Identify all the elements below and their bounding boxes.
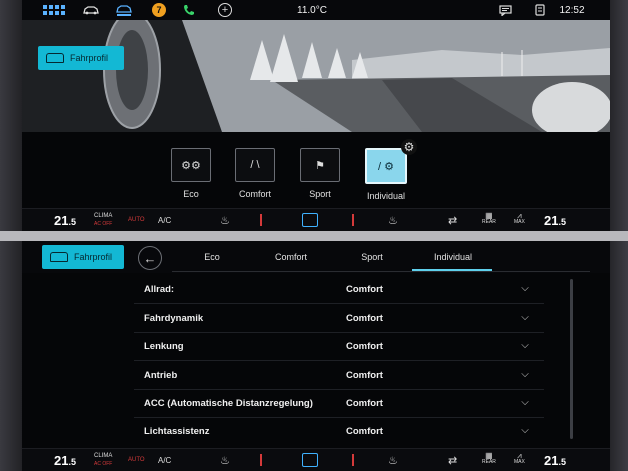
setting-label: Lenkung	[144, 341, 184, 352]
max-defrost-button[interactable]: ⩘ MAX	[514, 452, 525, 468]
home-button[interactable]	[302, 452, 318, 468]
mode-sport-button[interactable]: ⚑ Sport	[293, 148, 347, 199]
climate-bar: 21.5 CLIMA AC OFF AUTO A/C ♨ ♨ ⇄ ▦ REAR ⩘…	[22, 208, 610, 231]
tab-eco[interactable]: Eco	[192, 252, 232, 262]
chevron-down-icon[interactable]: ⌵	[518, 367, 532, 381]
drive-mode-selector: ⚙⚙ Eco / \ Comfort ⚑ Sport / ⚙ Individua…	[22, 140, 610, 210]
air-recirculation-icon[interactable]: ⇄	[448, 452, 457, 468]
add-icon[interactable]: +	[216, 2, 234, 18]
left-heat-indicator	[260, 452, 262, 468]
chevron-down-icon[interactable]: ⌵	[518, 281, 532, 295]
setting-value: Comfort	[346, 426, 383, 437]
mode-individual-button[interactable]: / ⚙ Individual	[359, 148, 413, 201]
message-icon[interactable]	[496, 2, 514, 18]
car-icon	[46, 53, 64, 63]
winter-road-illustration	[22, 20, 610, 132]
setting-value: Comfort	[346, 370, 383, 381]
car-icon[interactable]	[80, 2, 102, 18]
clima-button[interactable]: CLIMA AC OFF	[94, 452, 112, 468]
status-bar: 7 + 11.0°C 12:52	[22, 0, 610, 20]
tab-comfort[interactable]: Comfort	[268, 252, 314, 262]
setting-row-lenkung[interactable]: Lenkung Comfort ⌵	[134, 333, 554, 361]
left-temperature[interactable]: 21.5	[54, 212, 76, 228]
tab-divider	[172, 271, 590, 272]
right-heat-indicator	[352, 452, 354, 468]
chevron-down-icon[interactable]: ⌵	[518, 395, 532, 409]
seat-heating-left-icon[interactable]: ♨	[220, 452, 230, 468]
drive-profile-button[interactable]: Fahrprofil	[42, 245, 124, 269]
car-icon	[50, 252, 68, 262]
display-gap	[0, 231, 628, 241]
home-button[interactable]	[302, 212, 318, 228]
sport-mode-icon: ⚑	[300, 148, 340, 182]
air-recirculation-icon[interactable]: ⇄	[448, 212, 457, 228]
rear-defrost-button[interactable]: ▦ REAR	[482, 212, 496, 228]
quick-settings-icon[interactable]	[532, 2, 548, 18]
apps-grid-icon[interactable]	[42, 2, 66, 18]
active-tab-indicator	[412, 269, 492, 271]
seat-heating-right-icon[interactable]: ♨	[388, 452, 398, 468]
mode-eco-button[interactable]: ⚙⚙ Eco	[164, 148, 218, 199]
setting-value: Comfort	[346, 341, 383, 352]
setting-label: Lichtassistenz	[144, 426, 210, 437]
setting-row-acc[interactable]: ACC (Automatische Distanzregelung) Comfo…	[134, 390, 554, 418]
lower-display: Fahrprofil ← Eco Comfort Sport Individua…	[22, 241, 610, 471]
setting-value: Comfort	[346, 398, 383, 409]
phone-icon[interactable]	[180, 2, 198, 18]
seat-heating-right-icon[interactable]: ♨	[388, 212, 398, 228]
individual-settings-gear-icon[interactable]: ⚙	[401, 139, 417, 155]
mode-sport-label: Sport	[309, 189, 331, 199]
right-temperature[interactable]: 21.5	[544, 212, 566, 228]
climate-bar: 21.5 CLIMA AC OFF AUTO A/C ♨ ♨ ⇄ ▦ REAR ⩘…	[22, 448, 610, 471]
comfort-mode-icon: / \	[235, 148, 275, 182]
individual-mode-icon: / ⚙	[365, 148, 407, 184]
setting-label: Allrad:	[144, 284, 175, 295]
ac-button[interactable]: A/C	[158, 452, 171, 468]
mode-eco-label: Eco	[183, 189, 199, 199]
back-arrow-icon[interactable]: ←	[138, 246, 162, 270]
drive-profile-tabs: Fahrprofil ← Eco Comfort Sport Individua…	[22, 241, 610, 273]
chevron-down-icon[interactable]: ⌵	[518, 338, 532, 352]
eco-mode-icon: ⚙⚙	[171, 148, 211, 182]
max-defrost-button[interactable]: ⩘ MAX	[514, 212, 525, 228]
left-heat-indicator	[260, 212, 262, 228]
upper-display: 7 + 11.0°C 12:52 Fahrprofil ⚙⚙ Eco / \ C…	[22, 0, 610, 231]
mode-individual-label: Individual	[366, 191, 406, 201]
drive-profile-hero-image: Fahrprofil	[22, 20, 610, 132]
setting-row-fahrdynamik[interactable]: Fahrdynamik Comfort ⌵	[134, 305, 554, 333]
row-divider	[134, 360, 544, 361]
settings-scrollbar[interactable]	[570, 279, 573, 439]
drive-profile-label: Fahrprofil	[74, 252, 113, 262]
right-heat-indicator	[352, 212, 354, 228]
clock: 12:52	[559, 4, 585, 16]
row-divider	[134, 303, 544, 304]
setting-value: Comfort	[346, 313, 383, 324]
setting-value: Comfort	[346, 284, 383, 295]
ac-button[interactable]: A/C	[158, 212, 171, 228]
setting-label: ACC (Automatische Distanzregelung)	[144, 398, 313, 409]
clima-button[interactable]: CLIMA AC OFF	[94, 212, 112, 228]
mode-comfort-label: Comfort	[238, 189, 271, 199]
drive-profile-button[interactable]: Fahrprofil	[38, 46, 124, 70]
notification-badge[interactable]: 7	[150, 2, 168, 18]
outside-temperature: 11.0°C	[297, 4, 327, 16]
chevron-down-icon[interactable]: ⌵	[518, 423, 532, 437]
setting-label: Antrieb	[144, 370, 178, 381]
right-temperature[interactable]: 21.5	[544, 452, 566, 468]
left-temperature[interactable]: 21.5	[54, 452, 76, 468]
rear-defrost-button[interactable]: ▦ REAR	[482, 452, 496, 468]
drive-profile-label: Fahrprofil	[70, 53, 109, 63]
chevron-down-icon[interactable]: ⌵	[518, 310, 532, 324]
setting-label: Fahrdynamik	[144, 313, 204, 324]
mode-comfort-button[interactable]: / \ Comfort	[228, 148, 282, 199]
seat-heating-left-icon[interactable]: ♨	[220, 212, 230, 228]
auto-button[interactable]: AUTO	[128, 452, 145, 468]
setting-row-allrad[interactable]: Allrad: Comfort ⌵	[134, 276, 554, 304]
setting-row-antrieb[interactable]: Antrieb Comfort ⌵	[134, 362, 554, 390]
tab-individual[interactable]: Individual	[422, 252, 484, 262]
setting-row-lichtassistenz[interactable]: Lichtassistenz Comfort ⌵	[134, 418, 554, 446]
drive-select-icon[interactable]	[112, 2, 136, 18]
auto-button[interactable]: AUTO	[128, 212, 145, 228]
tab-sport[interactable]: Sport	[352, 252, 392, 262]
